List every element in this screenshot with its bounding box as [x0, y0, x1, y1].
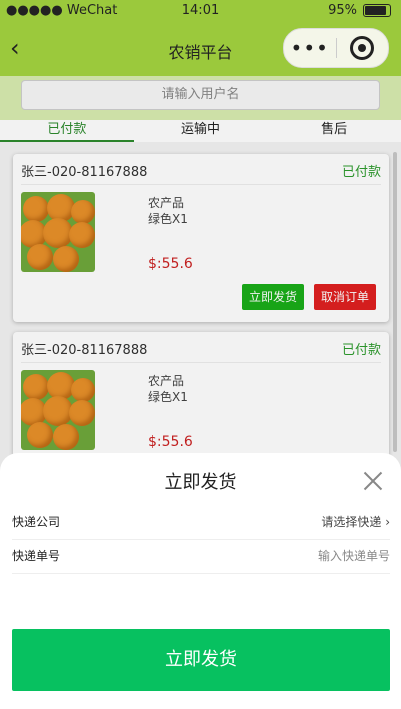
battery-indicator: 95% — [328, 3, 391, 18]
chevron-right-icon: › — [385, 515, 390, 529]
close-mini-program-button[interactable] — [336, 36, 388, 60]
battery-percent: 95% — [328, 3, 357, 18]
close-icon[interactable] — [363, 471, 383, 491]
more-icon[interactable]: ••• — [284, 36, 336, 60]
submit-ship-button[interactable]: 立即发货 — [12, 629, 390, 691]
express-company-select[interactable]: 请选择快递 › — [321, 505, 390, 539]
battery-icon — [363, 4, 391, 17]
target-icon — [350, 36, 375, 60]
express-company-label: 快递公司 — [12, 515, 61, 529]
express-company-value: 请选择快递 — [321, 515, 382, 529]
ship-sheet: 立即发货 快递公司 请选择快递 › 快递单号 输入快递单号 立即发货 — [0, 453, 401, 709]
status-bar: ●●●●● WeChat 14:01 95% — [0, 0, 401, 22]
tracking-number-row: 快递单号 输入快递单号 — [12, 539, 390, 574]
express-company-row[interactable]: 快递公司 请选择快递 › — [12, 505, 390, 540]
sheet-title: 立即发货 — [164, 472, 237, 493]
mini-program-capsule: ••• — [283, 28, 389, 68]
tracking-number-input[interactable]: 输入快递单号 — [318, 539, 390, 573]
tracking-number-label: 快递单号 — [12, 549, 61, 563]
nav-bar: ‹ 农销平台 ••• — [0, 22, 401, 76]
